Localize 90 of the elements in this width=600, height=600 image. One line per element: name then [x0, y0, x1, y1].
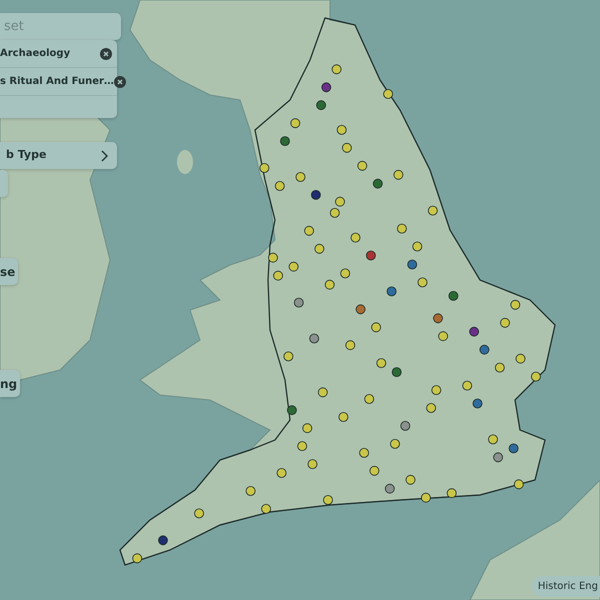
- map-marker[interactable]: [469, 326, 479, 337]
- map-marker[interactable]: [428, 206, 438, 216]
- remove-icon[interactable]: [100, 48, 112, 60]
- map-marker[interactable]: [314, 244, 324, 254]
- map-marker[interactable]: [274, 181, 285, 191]
- sub-type-selector[interactable]: b Type: [0, 142, 117, 169]
- map-marker[interactable]: [431, 385, 442, 395]
- filter-chip-label: Archaeology: [0, 47, 70, 61]
- map-marker[interactable]: [294, 298, 304, 308]
- map-marker[interactable]: [350, 232, 360, 242]
- map-marker[interactable]: [318, 387, 328, 398]
- map-marker[interactable]: [304, 226, 314, 236]
- map-marker[interactable]: [273, 270, 283, 281]
- map-marker[interactable]: [384, 484, 395, 494]
- map-marker[interactable]: [472, 398, 482, 408]
- map-marker[interactable]: [371, 322, 381, 332]
- map-marker[interactable]: [500, 318, 510, 328]
- map-marker[interactable]: [324, 280, 335, 290]
- map-marker[interactable]: [392, 367, 402, 377]
- map-marker[interactable]: [462, 380, 472, 390]
- map-marker[interactable]: [421, 492, 431, 503]
- map-marker[interactable]: [372, 178, 383, 189]
- filter-button[interactable]: ng: [0, 370, 20, 397]
- map-marker[interactable]: [508, 444, 518, 454]
- map-marker[interactable]: [412, 242, 422, 252]
- map-marker[interactable]: [426, 403, 436, 413]
- map-marker[interactable]: [316, 100, 326, 110]
- remove-icon[interactable]: [114, 76, 126, 88]
- map-marker[interactable]: [514, 479, 524, 490]
- search-field[interactable]: set: [0, 13, 121, 40]
- map-marker[interactable]: [345, 340, 356, 350]
- attribution-text: Historic Eng: [532, 576, 600, 597]
- map-marker[interactable]: [407, 260, 418, 270]
- map-marker[interactable]: [433, 313, 443, 324]
- chevron-icon: [101, 150, 109, 162]
- map-marker[interactable]: [438, 331, 448, 342]
- map-marker[interactable]: [357, 160, 368, 171]
- map-marker[interactable]: [448, 291, 458, 301]
- map-marker[interactable]: [364, 394, 374, 404]
- map-marker[interactable]: [332, 64, 342, 74]
- map-marker[interactable]: [132, 553, 142, 564]
- map-marker[interactable]: [276, 468, 286, 478]
- filter-chip-label: s Ritual And Funer…: [0, 75, 114, 89]
- map-marker[interactable]: [510, 300, 520, 310]
- map-marker[interactable]: [288, 262, 298, 272]
- map-marker[interactable]: [376, 358, 386, 368]
- map-marker[interactable]: [158, 535, 168, 546]
- map-marker[interactable]: [340, 268, 350, 278]
- map-marker[interactable]: [356, 304, 366, 314]
- map-marker[interactable]: [406, 474, 416, 485]
- map-marker[interactable]: [194, 508, 204, 518]
- map-marker[interactable]: [297, 441, 308, 451]
- map-marker[interactable]: [338, 412, 348, 422]
- map-marker[interactable]: [394, 170, 404, 180]
- map-marker[interactable]: [323, 495, 333, 505]
- map-marker[interactable]: [516, 354, 526, 364]
- filter-button[interactable]: se: [0, 258, 18, 285]
- map-marker[interactable]: [260, 163, 270, 173]
- map-marker[interactable]: [493, 452, 503, 462]
- map-marker[interactable]: [246, 486, 256, 496]
- map-marker[interactable]: [488, 434, 498, 444]
- map-marker[interactable]: [309, 334, 320, 344]
- map-marker[interactable]: [296, 172, 306, 182]
- map-marker[interactable]: [480, 344, 490, 355]
- map-marker[interactable]: [261, 504, 271, 514]
- map-marker[interactable]: [336, 125, 347, 135]
- map-marker[interactable]: [287, 405, 297, 416]
- map-marker[interactable]: [386, 286, 396, 296]
- map-marker[interactable]: [397, 224, 407, 234]
- map-marker[interactable]: [446, 488, 457, 498]
- map-marker[interactable]: [268, 252, 278, 263]
- map-marker[interactable]: [370, 466, 380, 476]
- map-marker[interactable]: [418, 278, 428, 288]
- map-marker[interactable]: [335, 196, 345, 207]
- map-marker[interactable]: [531, 372, 541, 382]
- map-marker[interactable]: [330, 208, 340, 218]
- map-marker[interactable]: [302, 423, 312, 434]
- map-marker[interactable]: [400, 421, 410, 431]
- map-marker[interactable]: [494, 362, 505, 372]
- map-marker[interactable]: [321, 82, 332, 92]
- map-marker[interactable]: [290, 118, 300, 128]
- map-marker[interactable]: [280, 136, 290, 146]
- map-marker[interactable]: [366, 250, 376, 260]
- map-marker[interactable]: [383, 89, 393, 99]
- map-marker[interactable]: [342, 142, 352, 153]
- map-marker[interactable]: [308, 459, 318, 469]
- map-marker[interactable]: [284, 352, 294, 362]
- map-marker[interactable]: [359, 448, 369, 458]
- map-marker[interactable]: [390, 439, 400, 449]
- map-marker[interactable]: [311, 190, 321, 200]
